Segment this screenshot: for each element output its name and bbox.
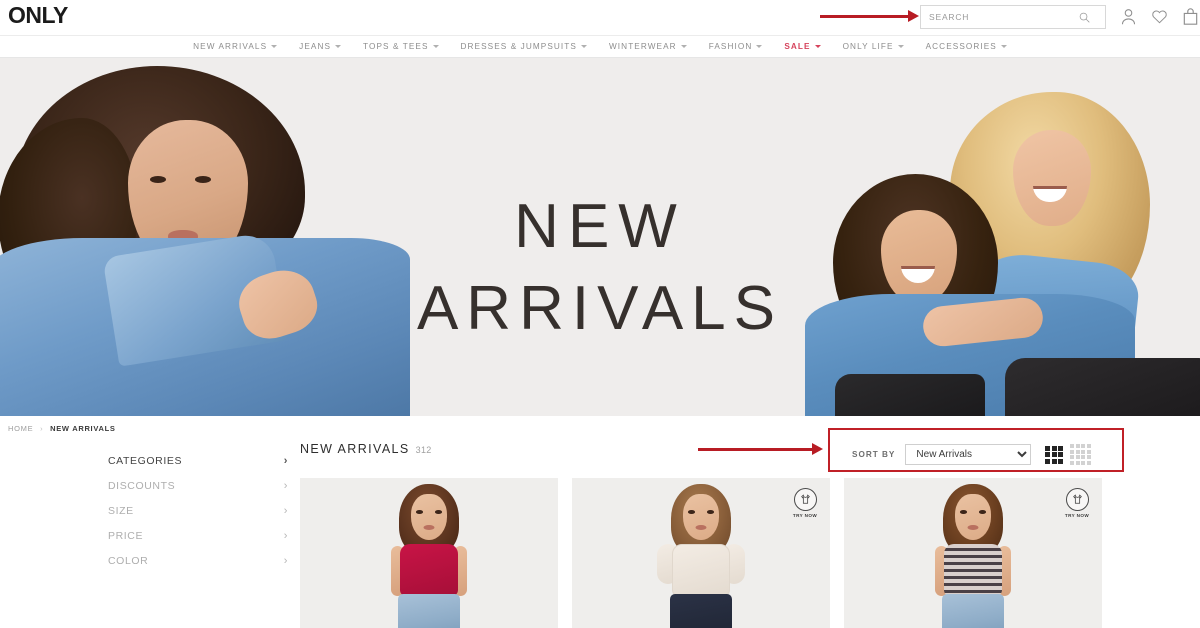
chevron-down-icon <box>897 45 904 48</box>
chevron-down-icon <box>271 45 278 48</box>
product-card[interactable]: TRY NOW <box>572 478 830 628</box>
sort-by-label: SORT BY <box>852 450 896 459</box>
page-root: ONLY NEW <box>0 0 1200 628</box>
chevron-down-icon <box>756 45 763 48</box>
product-card[interactable] <box>300 478 558 628</box>
product-card[interactable]: TRY NOW <box>844 478 1102 628</box>
filter-label: COLOR <box>108 554 149 567</box>
filter-size[interactable]: SIZE › <box>108 498 288 523</box>
nav-item-dresses-jumpsuits[interactable]: DRESSES & JUMPSUITS <box>450 42 598 51</box>
nav-label: WINTERWEAR <box>608 42 677 51</box>
search-icon <box>1079 12 1090 23</box>
page-title: NEW ARRIVALS <box>300 442 410 456</box>
hero-title-line2: ARRIVALS <box>416 273 784 343</box>
nav-label: NEW ARRIVALS <box>193 42 268 51</box>
search-box[interactable] <box>920 5 1106 29</box>
nav-label: JEANS <box>299 42 332 51</box>
chevron-right-icon: › <box>283 504 288 517</box>
product-count: 312 <box>415 445 432 455</box>
main-navigation: NEW ARRIVALS JEANS TOPS & TEES DRESSES &… <box>0 36 1200 58</box>
try-now-label: TRY NOW <box>792 512 818 518</box>
chevron-down-icon <box>814 45 821 48</box>
nav-label: FASHION <box>708 42 753 51</box>
filter-sidebar: CATEGORIES › DISCOUNTS › SIZE › PRICE › … <box>108 448 288 573</box>
nav-item-winterwear[interactable]: WINTERWEAR <box>598 42 698 51</box>
chevron-right-icon: › <box>283 529 288 542</box>
filter-discounts[interactable]: DISCOUNTS › <box>108 473 288 498</box>
breadcrumb-current: NEW ARRIVALS <box>50 424 116 433</box>
tshirt-icon <box>793 488 817 511</box>
nav-item-jeans[interactable]: JEANS <box>288 42 352 51</box>
search-submit-button[interactable] <box>1071 6 1097 28</box>
filter-label: DISCOUNTS <box>108 479 176 492</box>
breadcrumb-home[interactable]: HOME <box>8 424 33 433</box>
catalog-content: CATEGORIES › DISCOUNTS › SIZE › PRICE › … <box>0 436 1200 628</box>
search-input[interactable] <box>921 6 1071 28</box>
listing-heading: NEW ARRIVALS 312 <box>300 442 432 456</box>
shopping-bag-icon[interactable] <box>1182 7 1199 26</box>
tshirt-icon <box>1065 488 1089 511</box>
nav-item-sale[interactable]: SALE <box>773 42 831 51</box>
try-now-label: TRY NOW <box>1064 512 1090 518</box>
grid-view-4-icon[interactable] <box>1070 444 1091 465</box>
filter-color[interactable]: COLOR › <box>108 548 288 573</box>
sort-controls: SORT BY New Arrivals Popularity Price Lo… <box>852 444 1091 465</box>
account-icon[interactable] <box>1120 7 1137 26</box>
breadcrumb: HOME › NEW ARRIVALS <box>8 424 116 433</box>
chevron-right-icon: › <box>283 479 288 492</box>
nav-label: SALE <box>784 42 811 51</box>
chevron-down-icon <box>680 45 687 48</box>
filter-categories[interactable]: CATEGORIES › <box>108 448 288 473</box>
hero-title: NEW ARRIVALS <box>0 186 1200 350</box>
view-toggle-group <box>1045 444 1091 465</box>
hero-title-line1: NEW <box>514 192 686 261</box>
try-now-badge[interactable]: TRY NOW <box>1062 488 1092 518</box>
filter-label: PRICE <box>108 529 144 542</box>
grid-view-3-icon[interactable] <box>1045 445 1064 464</box>
nav-label: TOPS & TEES <box>363 42 429 51</box>
header-icon-group <box>1120 7 1199 26</box>
filter-label: SIZE <box>108 504 134 517</box>
try-now-badge[interactable]: TRY NOW <box>790 488 820 518</box>
nav-item-tops-tees[interactable]: TOPS & TEES <box>352 42 450 51</box>
nav-item-new-arrivals[interactable]: NEW ARRIVALS <box>182 42 288 51</box>
chevron-right-icon: › <box>283 554 288 567</box>
chevron-down-icon <box>580 45 587 48</box>
product-grid: TRY NOW TRY NOW <box>300 478 1102 628</box>
site-header: ONLY <box>0 0 1200 36</box>
filter-price[interactable]: PRICE › <box>108 523 288 548</box>
nav-label: ONLY LIFE <box>842 42 894 51</box>
nav-item-only-life[interactable]: ONLY LIFE <box>832 42 915 51</box>
chevron-down-icon <box>1000 45 1007 48</box>
chevron-down-icon <box>432 45 439 48</box>
hero-banner[interactable]: NEW ARRIVALS <box>0 58 1200 416</box>
chevron-right-icon: › <box>283 454 288 467</box>
brand-logo[interactable]: ONLY <box>8 2 68 29</box>
nav-item-fashion[interactable]: FASHION <box>698 42 774 51</box>
nav-label: DRESSES & JUMPSUITS <box>460 42 577 51</box>
filter-label: CATEGORIES <box>108 454 183 467</box>
nav-label: ACCESSORIES <box>925 42 997 51</box>
sort-by-select[interactable]: New Arrivals Popularity Price Low to Hig… <box>905 444 1032 465</box>
chevron-down-icon <box>335 45 342 48</box>
wishlist-heart-icon[interactable] <box>1151 7 1168 26</box>
nav-item-accessories[interactable]: ACCESSORIES <box>915 42 1018 51</box>
breadcrumb-separator: › <box>40 424 44 433</box>
